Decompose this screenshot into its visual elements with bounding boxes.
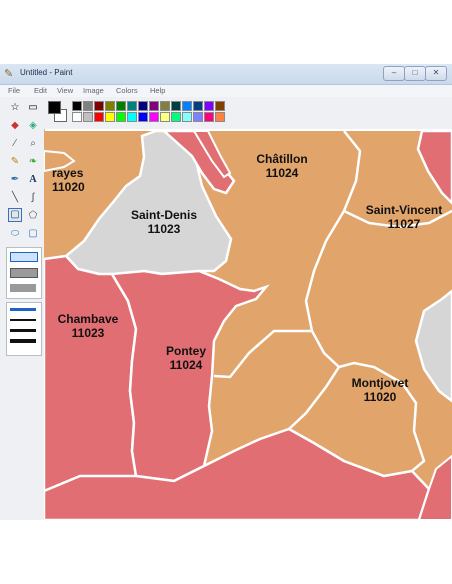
foreground-color-swatch[interactable] [48,101,61,114]
line-width-1[interactable] [10,308,36,311]
current-colors[interactable] [48,101,67,123]
palette-color-swatch[interactable] [182,112,192,122]
paint-app-icon[interactable]: ✎ [4,68,16,80]
rounded-rect-icon[interactable]: ▢ [26,227,40,241]
drawing-canvas[interactable]: rayes 11020 Saint-Denis 11023 Châtillon 110… [44,131,452,520]
line-width-4[interactable] [10,339,36,343]
palette-color-swatch[interactable] [215,112,225,122]
region-label-chambave: Chambave 11023 [57,312,119,340]
airbrush-icon[interactable]: ✒ [8,173,22,187]
fill-style-outline[interactable] [10,252,38,262]
palette-color-swatch[interactable] [83,112,93,122]
free-select-icon[interactable]: ☆ [8,101,22,115]
palette-color-swatch[interactable] [149,112,159,122]
magnifier-icon[interactable]: ⌕ [26,137,40,151]
menu-bar: File Edit View Image Colors Help [0,85,452,97]
line-width-3[interactable] [10,329,36,332]
palette-color-swatch[interactable] [193,112,203,122]
palette-color-swatch[interactable] [171,112,181,122]
fill-style-outline-fill[interactable] [10,268,38,278]
palette-color-swatch[interactable] [72,112,82,122]
palette-color-swatch[interactable] [149,101,159,111]
region-label-rayes: rayes 11020 [52,166,85,194]
palette-color-swatch[interactable] [94,101,104,111]
line-icon[interactable]: ╲ [8,191,22,205]
text-icon[interactable]: A [26,173,40,187]
region-label-montjovet: Montjovet 11020 [351,376,409,404]
color-picker-icon[interactable]: ⁄ [8,137,22,151]
menu-colors[interactable]: Colors [116,86,138,95]
palette-color-swatch[interactable] [215,101,225,111]
palette-color-swatch[interactable] [116,112,126,122]
palette-color-swatch[interactable] [193,101,203,111]
palette-color-swatch[interactable] [83,101,93,111]
menu-view[interactable]: View [57,86,73,95]
palette-color-swatch[interactable] [105,101,115,111]
palette-color-swatch[interactable] [72,101,82,111]
menu-image[interactable]: Image [83,86,104,95]
close-button[interactable]: ✕ [425,66,447,81]
ellipse-icon[interactable]: ⬭ [8,227,22,241]
palette-color-swatch[interactable] [204,101,214,111]
palette-color-swatch[interactable] [160,101,170,111]
palette-color-swatch[interactable] [94,112,104,122]
pencil-icon[interactable]: ✎ [8,155,22,169]
palette-color-swatch[interactable] [138,112,148,122]
region-label-saint-vincent: Saint-Vincent 11027 [365,203,443,231]
polygon-icon[interactable]: ⬠ [26,209,40,223]
palette-color-swatch[interactable] [171,101,181,111]
palette-color-swatch[interactable] [204,112,214,122]
brush-icon[interactable]: ❧ [26,155,40,169]
palette-color-swatch[interactable] [160,112,170,122]
palette-color-swatch[interactable] [182,101,192,111]
fill-bucket-icon[interactable]: ◈ [26,119,40,133]
title-bar[interactable]: ✎ Untitled - Paint – □ ✕ [0,64,452,85]
tool-box: ☆ ▭ ◆ ◈ ⁄ ⌕ ✎ ❧ ✒ A ╲ ∫ ▢ ⬠ ⬭ ▢ [0,97,45,520]
line-width-options [6,302,42,356]
line-width-2[interactable] [10,319,36,321]
palette-color-swatch[interactable] [127,112,137,122]
window-title: Untitled - Paint [20,68,73,77]
color-box [44,97,452,129]
region-label-saint-denis: Saint-Denis 11023 [130,208,197,236]
minimize-button[interactable]: – [383,66,405,81]
palette-color-swatch[interactable] [138,101,148,111]
menu-edit[interactable]: Edit [34,86,47,95]
region-label-chatillon: Châtillon 11024 [256,152,308,180]
palette-color-swatch[interactable] [127,101,137,111]
paint-window: ✎ Untitled - Paint – □ ✕ File Edit View … [0,64,452,520]
region-label-pontey: Pontey 11024 [165,344,206,372]
maximize-button[interactable]: □ [404,66,426,81]
palette-color-swatch[interactable] [105,112,115,122]
curve-icon[interactable]: ∫ [26,191,40,205]
rectangle-icon[interactable]: ▢ [8,208,22,222]
palette-color-swatch[interactable] [116,101,126,111]
menu-help[interactable]: Help [150,86,165,95]
menu-file[interactable]: File [8,86,20,95]
eraser-icon[interactable]: ◆ [8,119,22,133]
fill-style-options [6,247,42,299]
fill-style-fill[interactable] [10,284,36,292]
rect-select-icon[interactable]: ▭ [26,101,40,115]
